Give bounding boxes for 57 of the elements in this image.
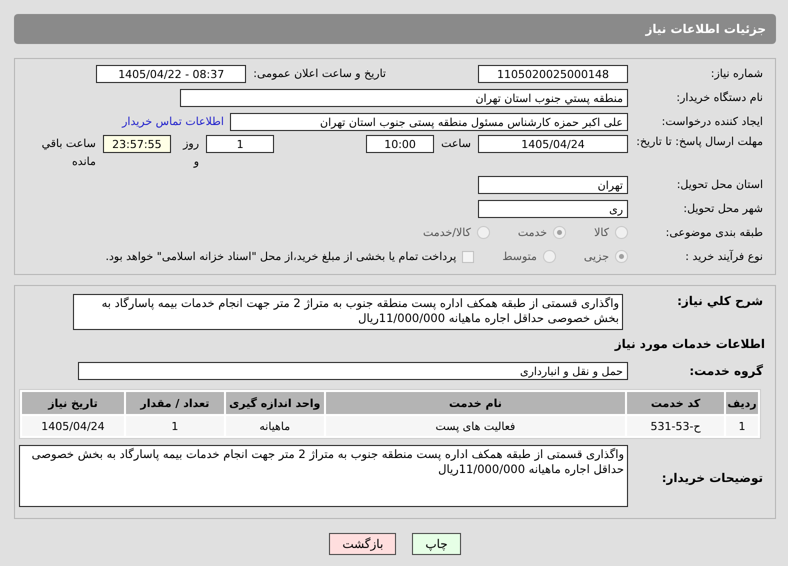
field-label: ایجاد کننده درخواست: <box>660 115 764 128</box>
field-label: نوع فرآیند خرید : <box>684 250 764 263</box>
need-number-field: 1105020025000148 <box>478 64 628 82</box>
announce-date-field: 1405/04/22 - 08:37 <box>96 64 246 82</box>
column-header: تعداد / مقدار <box>126 392 224 414</box>
field-label: تاریخ و ساعت اعلان عمومی: <box>253 67 386 80</box>
option-label: کالا <box>594 226 609 239</box>
table-cell: فعالیت های پست <box>326 416 626 436</box>
province-field: تهران <box>478 176 628 194</box>
table-cell: 1405/04/24 <box>22 416 124 436</box>
column-header: کد خدمت <box>627 392 724 414</box>
days-label: روز و <box>182 136 200 170</box>
radio-button[interactable] <box>542 250 556 263</box>
table-cell: ح-53-531 <box>627 416 724 436</box>
action-button[interactable]: چاپ <box>412 533 461 555</box>
table-cell: 1 <box>126 416 224 436</box>
table-cell: 1 <box>726 416 758 436</box>
radio-button[interactable] <box>553 226 566 239</box>
requester-field: علی اکبر حمزه کارشناس مسئول منطقه پستی جنوب استان تهران <box>230 112 628 130</box>
deadline-time-field: 10:00 <box>366 135 434 153</box>
field-label: شهر محل تحویل: <box>682 202 764 215</box>
checkbox-label: پرداخت تمام يا بخشی از مبلغ خرید،از محل "اسناد خزانه اسلامی" خواهد بود. <box>106 250 456 263</box>
field-label: مهلت ارسال پاسخ: تا تاریخ: <box>635 135 764 149</box>
field-label: شماره نیاز: <box>710 67 764 80</box>
deadline-date-field: 1405/04/24 <box>478 135 628 153</box>
field-label: نام دستگاه خریدار: <box>675 91 764 104</box>
buyer-notes-textarea: واگذاری قسمتی از طبقه همکف اداره پست منطقه جنوب به متراژ 2 متر جهت انجام خدمات بیمه پاسارگاد به بخش خصوصی حداقل اجاره ماهیانه 11/000/000ریال <box>19 445 628 507</box>
option-label: کالا/خدمت <box>423 226 471 239</box>
days-field: 1 <box>206 135 274 153</box>
column-header: نام خدمت <box>326 392 626 414</box>
remaining-label: ساعت باقي مانده <box>40 136 96 170</box>
field-label: استان محل تحویل: <box>676 178 764 191</box>
column-header: ردیف <box>726 392 758 414</box>
radio-button[interactable] <box>476 226 490 239</box>
column-header: واحد اندازه گیری <box>226 392 324 414</box>
checkbox[interactable] <box>462 250 474 262</box>
field-label: شرح کلي نیاز: <box>676 294 764 308</box>
action-button[interactable]: بازگشت <box>329 533 396 555</box>
field-label: طبقه بندی موضوعی: <box>664 226 764 239</box>
buyer-org-field: منطقه پستي جنوب استان تهران <box>180 88 628 106</box>
column-header: تاریخ نیاز <box>22 392 124 414</box>
page-title: جزئیات اطلاعات نیاز <box>645 22 766 36</box>
city-field: ری <box>478 200 628 218</box>
service-group-field: حمل و نقل و انبارداری <box>78 362 628 380</box>
radio-button[interactable] <box>615 226 628 239</box>
section-heading: اطلاعات خدمات مورد نیاز <box>614 336 765 350</box>
description-textarea: واگذاری قسمتی از طبقه همکف اداره پست منطقه جنوب به متراژ 2 متر جهت انجام خدمات بیمه پاسارگاد به بخش خصوصی حداقل اجاره ماهیانه 11/000/000ریال <box>73 294 623 330</box>
field-label: گروه خدمت: <box>688 364 764 378</box>
option-label: متوسط <box>502 250 537 263</box>
buyer-contact-link[interactable]: اطلاعات تماس خریدار <box>122 115 224 128</box>
radio-button[interactable] <box>615 250 628 263</box>
option-label: جزیی <box>584 250 609 263</box>
field-label: توضیحات خریدار: <box>660 471 764 485</box>
option-label: خدمت <box>518 226 548 239</box>
remaining-time-field: 23:57:55 <box>102 135 171 153</box>
time-label: ساعت <box>441 136 471 152</box>
table-cell: ماهیانه <box>226 416 324 436</box>
